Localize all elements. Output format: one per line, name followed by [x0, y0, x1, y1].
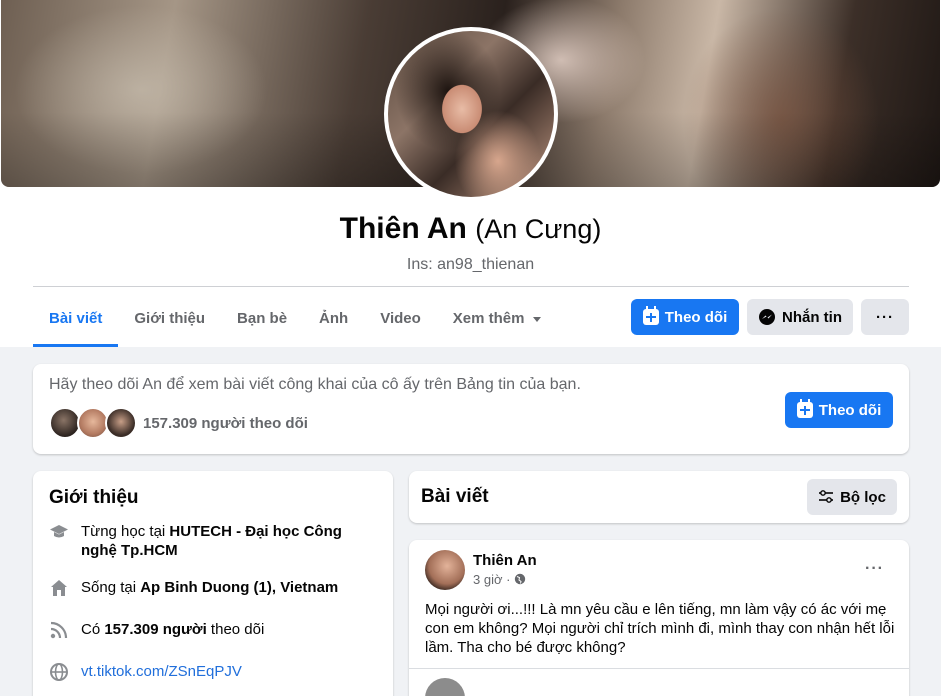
shared-post-avatar — [425, 678, 465, 696]
globe-icon — [50, 663, 68, 681]
location-place[interactable]: Ap Binh Duong (1), Vietnam — [140, 579, 338, 596]
tab-friends[interactable]: Bạn bè — [221, 298, 303, 347]
message-button[interactable]: Nhắn tin — [747, 299, 853, 335]
intro-education: Từng học tại HUTECH - Đại học Công nghệ … — [49, 522, 369, 560]
follow-button[interactable]: Theo dõi — [631, 299, 739, 335]
post-divider — [409, 668, 909, 669]
intro-website: vt.tiktok.com/ZSnEqPJV — [49, 662, 242, 682]
intro-card: Giới thiệu Từng học tại HUTECH - Đại học… — [33, 471, 393, 696]
graduation-cap-icon — [50, 525, 68, 538]
profile-alt-name: (An Cưng) — [475, 214, 602, 244]
follow-prompt-card: Hãy theo dõi An để xem bài viết công kha… — [33, 364, 909, 454]
header-divider — [33, 286, 909, 287]
tab-more[interactable]: Xem thêm — [437, 298, 557, 347]
profile-bio: Ins: an98_thienan — [406, 256, 535, 273]
profile-picture[interactable] — [384, 27, 558, 201]
post-text: Mọi người ơi...!!! Là mn yêu cầu e lên t… — [425, 601, 895, 656]
caret-down-icon — [532, 317, 541, 322]
website-link[interactable]: vt.tiktok.com/ZSnEqPJV — [81, 662, 242, 681]
post-card: Thiên An 3 giờ · ··· Mọi người ơi...!!! … — [409, 540, 909, 696]
filter-button[interactable]: Bộ lọc — [807, 479, 897, 515]
intro-title: Giới thiệu — [49, 487, 139, 508]
tab-posts[interactable]: Bài viết — [33, 298, 119, 347]
profile-tabs: Bài viết Giới thiệu Bạn bè Ảnh Video Xem… — [33, 298, 557, 347]
home-icon — [51, 580, 67, 596]
profile-name: Thiên An (An Cưng) — [0, 212, 941, 246]
posts-title: Bài viết — [421, 486, 489, 507]
profile-header: Thiên An (An Cưng) Ins: an98_thienan Bài… — [0, 0, 941, 347]
more-options-button[interactable]: ··· — [861, 299, 909, 335]
rss-icon — [50, 621, 68, 639]
followers-count[interactable]: 157.309 người theo dõi — [143, 415, 308, 432]
follow-button-secondary[interactable]: Theo dõi — [785, 392, 893, 428]
tab-photos[interactable]: Ảnh — [303, 298, 364, 347]
intro-followers: Có 157.309 người theo dõi — [49, 620, 264, 640]
follow-icon — [796, 399, 813, 418]
posts-header-card: Bài viết Bộ lọc — [409, 471, 909, 523]
follower-avatar[interactable] — [105, 407, 137, 439]
intro-location: Sống tại Ap Binh Duong (1), Vietnam — [49, 578, 338, 598]
post-timestamp[interactable]: 3 giờ · — [473, 572, 526, 587]
avatar — [388, 31, 554, 197]
post-more-options[interactable]: ··· — [865, 560, 884, 578]
post-author-avatar[interactable] — [425, 550, 465, 590]
follow-icon — [642, 306, 659, 325]
follow-prompt-text: Hãy theo dõi An để xem bài viết công kha… — [49, 376, 581, 393]
filter-icon — [819, 490, 834, 503]
tab-about[interactable]: Giới thiệu — [118, 298, 221, 347]
post-author-name[interactable]: Thiên An — [473, 552, 537, 569]
tab-videos[interactable]: Video — [364, 298, 437, 347]
public-globe-icon — [514, 573, 526, 585]
followers-preview: 157.309 người theo dõi — [49, 407, 308, 439]
messenger-icon — [759, 309, 775, 325]
profile-name-main: Thiên An — [339, 212, 467, 245]
